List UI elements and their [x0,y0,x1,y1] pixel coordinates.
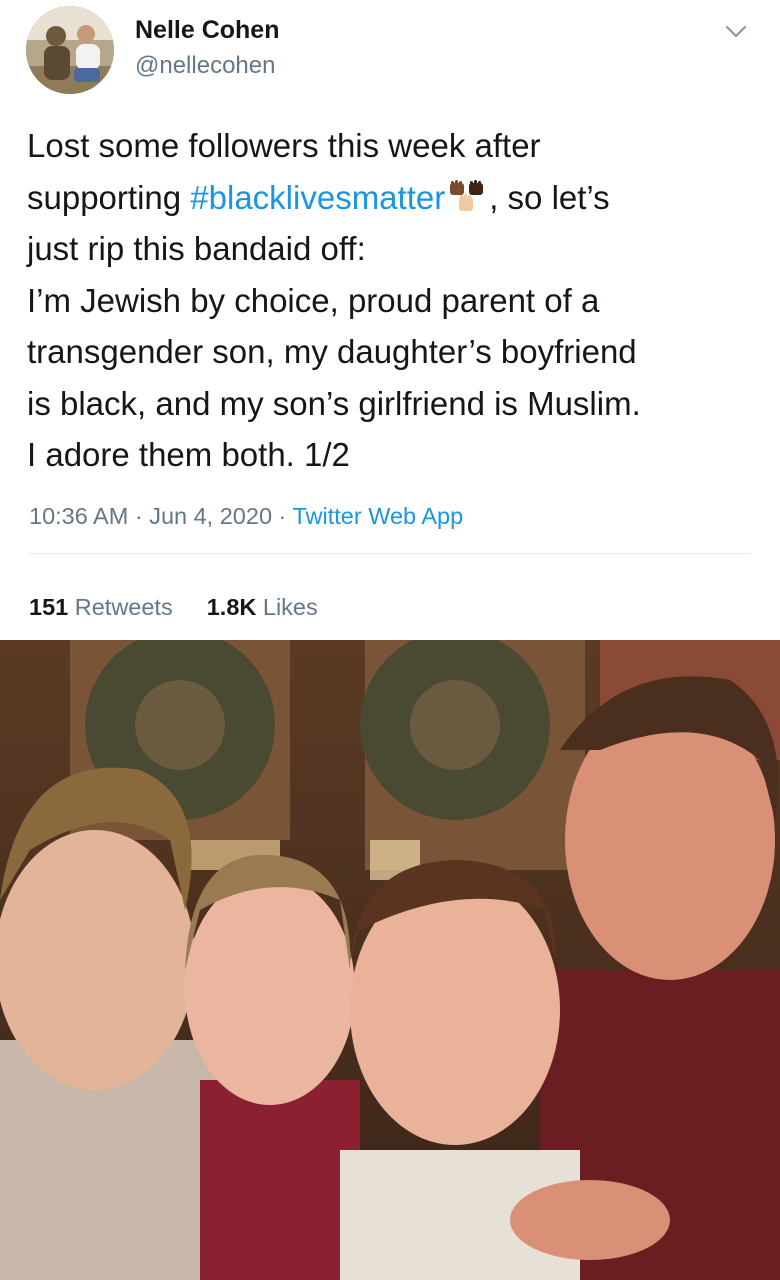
retweets-count: 151 [29,594,69,620]
raised-fists-emoji [450,179,484,211]
likes-count: 1.8K [206,594,257,620]
likes-stat[interactable]: 1.8K Likes [207,594,318,620]
tweet-time[interactable]: 10:36 AM [29,503,128,529]
tweet-source-link[interactable]: Twitter Web App [292,503,463,529]
user-name[interactable]: Nelle Cohen [135,16,279,45]
tweet-line: just rip this bandaid off: [27,230,366,267]
retweets-stat[interactable]: 151 Retweets [29,594,173,620]
chevron-down-icon[interactable] [722,18,750,46]
tweet-line: I’m Jewish by choice, proud parent of a [27,281,600,319]
tweet-text-fragment: supporting [27,178,191,216]
family-photo-image [0,640,780,1280]
tweet-line: transgender son, my daughter’s boyfriend [27,333,637,370]
user-handle[interactable]: @nellecohen [135,52,275,80]
tweet-date[interactable]: Jun 4, 2020 [149,503,272,529]
tweet-line: I adore them both. 1/2 [27,436,350,473]
tweet-line: Lost some followers this week after [27,127,541,164]
hashtag-link[interactable]: #blacklivesmatter [190,179,445,216]
divider [28,553,751,554]
likes-label: Likes [256,594,318,620]
tweet-stats: 151 Retweets 1.8K Likes [29,594,318,621]
tweet-text-fragment: , so let’s [489,178,610,216]
avatar[interactable] [26,6,114,94]
tweet-photo[interactable] [0,640,780,1280]
tweet-line: is black, and my son’s girlfriend is Mus… [27,384,641,422]
tweet-meta: 10:36 AM · Jun 4, 2020 · Twitter Web App [29,503,463,530]
avatar-photo-icon [26,6,114,94]
tweet-text: Lost some followers this week after supp… [27,120,757,481]
meta-separator: · [128,503,150,529]
tweet-line: supporting #blacklivesmatter , so let’s [27,172,757,224]
meta-separator: · [272,503,293,529]
retweets-label: Retweets [68,594,173,620]
